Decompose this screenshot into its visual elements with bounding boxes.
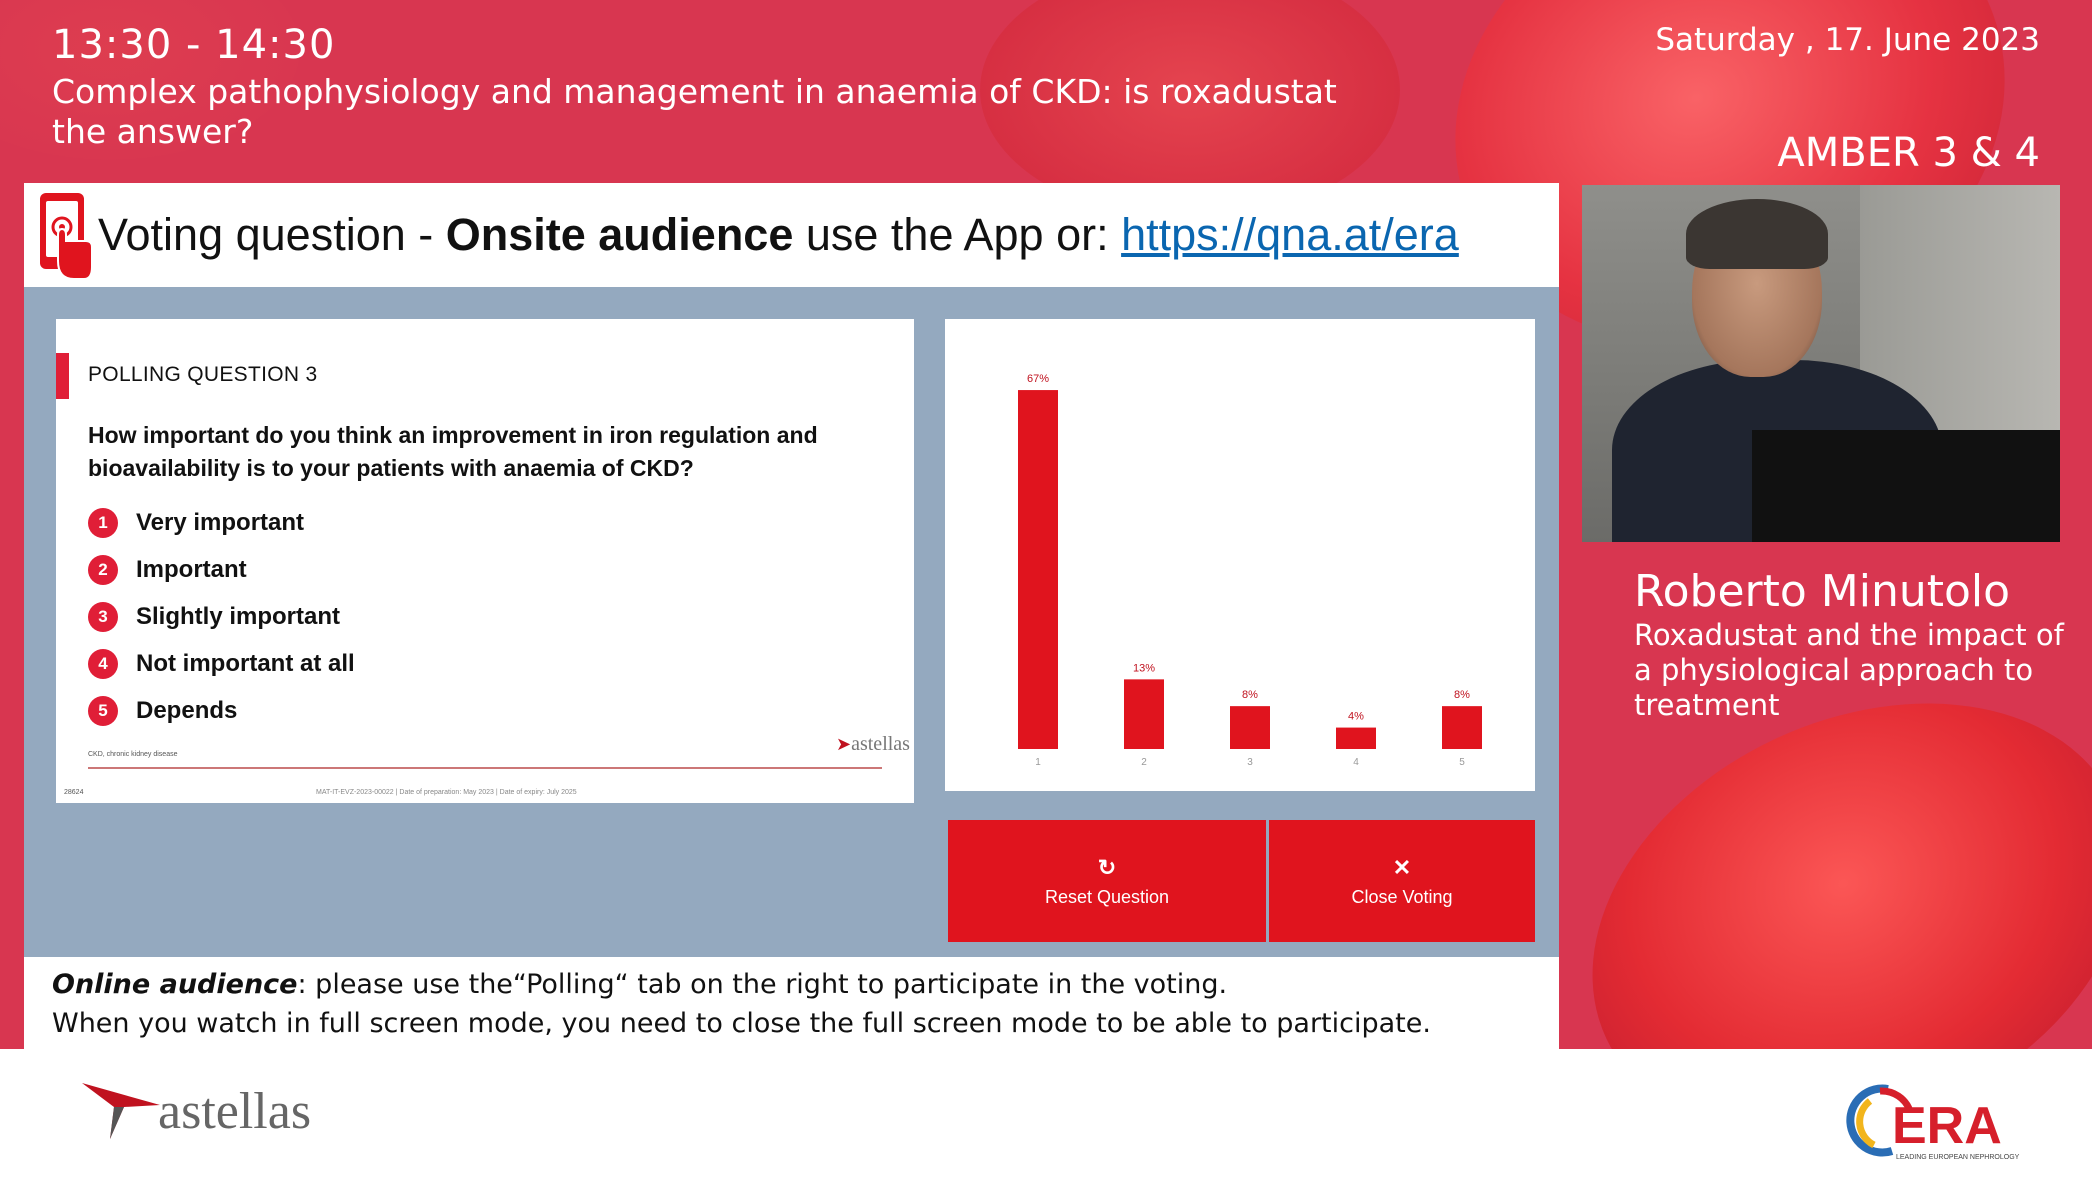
chart-data-label: 8% [1242,689,1258,701]
speaker-topic: Roxadustat and the impact of a physiolog… [1634,618,2064,722]
close-voting-label: Close Voting [1351,886,1453,907]
option-number: 1 [88,507,118,538]
voting-title: Voting question - Onsite audience use th… [98,209,1459,261]
chart-bar [1230,706,1270,749]
speaker-name: Roberto Minutolo [1634,566,2011,617]
chart-bar [1018,390,1058,749]
online-instructions-line2: When you watch in full screen mode, you … [52,1008,1431,1039]
reset-question-label: Reset Question [1044,886,1170,907]
online-instructions-text: : please use the“Polling“ tab on the rig… [297,969,1228,1000]
slide-kicker: POLLING QUESTION 3 [88,363,318,386]
room-label: AMBER 3 & 4 [1777,130,2040,176]
slide-accent-bar [56,353,69,399]
era-logo: ERA LEADING EUROPEAN NEPHROLOGY [1846,1084,2020,1161]
slide-divider [88,767,882,769]
astellas-logo: astellas [80,1077,311,1141]
podium-monitor [1752,430,2060,542]
sponsor-bar: astellas ERA LEADING EUROPEAN NEPHROLOGY [0,1049,2092,1179]
chart-data-label: 4% [1348,711,1364,723]
option-label: Important [136,555,247,583]
chart-data-label: 8% [1454,689,1470,701]
slide-sponsor-logo: ➤astellas [836,733,910,756]
astellas-star-icon [82,1083,160,1139]
option-number: 5 [88,695,118,726]
close-voting-button[interactable]: ✕ Close Voting [1269,820,1535,942]
option-label: Not important at all [136,649,355,677]
poll-option: 2 Important [88,546,355,593]
voting-title-mid: use the App or: [793,209,1122,260]
poll-option: 5 Depends [88,687,355,734]
astellas-star-icon: ➤ [836,734,852,754]
slide-logo-text: astellas [851,733,910,755]
online-audience-label: Online audience [52,969,298,1000]
poll-options: 1 Very important 2 Important 3 Slightly imp… [88,499,355,734]
era-wordmark: ERA [1892,1097,2002,1155]
results-chart-svg: 67% 1 13% 2 8% 3 4% 4 8% 5 [1018,373,1482,768]
chart-tick-label: 1 [1035,757,1041,768]
session-title: Complex pathophysiology and management i… [52,72,1337,151]
option-number: 4 [88,648,118,679]
speaker-video [1582,185,2060,542]
slide-page-number: 28624 [64,789,84,796]
voting-panel: Voting question - Onsite audience use th… [24,183,1559,1049]
astellas-wordmark: astellas [158,1083,312,1140]
session-date: Saturday , 17. June 2023 [1655,22,2040,58]
chart-tick-label: 4 [1353,757,1359,768]
option-label: Depends [136,696,238,724]
close-icon: ✕ [1392,854,1412,880]
phone-touch-icon [40,193,93,280]
chart-data-label: 67% [1027,373,1049,385]
chart-tick-label: 5 [1459,757,1465,768]
reset-question-button[interactable]: ↻ Reset Question [948,820,1266,942]
voting-title-prefix: Voting question - [98,209,446,260]
option-label: Very important [136,508,305,536]
refresh-icon: ↻ [1097,854,1117,880]
option-number: 3 [88,601,118,632]
chart-bar [1442,706,1482,749]
poll-option: 4 Not important at all [88,640,355,687]
option-label: Slightly important [136,602,340,630]
chart-data-label: 13% [1133,662,1155,674]
poll-option: 3 Slightly important [88,593,355,640]
online-instructions: Online audience: please use the“Polling“… [24,957,1559,1049]
speaker-hair [1686,199,1828,269]
polling-slide: POLLING QUESTION 3 How important do you … [56,319,914,803]
option-number: 2 [88,554,118,585]
session-time: 13:30 - 14:30 [52,22,336,68]
poll-option: 1 Very important [88,499,355,546]
voting-link[interactable]: https://qna.at/era [1121,209,1459,260]
online-instructions-line1: Online audience: please use the“Polling“… [52,965,1559,1004]
voting-title-audience: Onsite audience [445,209,794,260]
chart-bar [1124,679,1164,749]
era-tagline: LEADING EUROPEAN NEPHROLOGY [1896,1154,2020,1161]
slide-legal-text: MAT-IT-EVZ-2023-00022 | Date of preparat… [316,789,577,796]
chart-tick-label: 3 [1247,757,1253,768]
chart-bar [1336,727,1376,749]
slide-footnote: CKD, chronic kidney disease [88,751,178,758]
results-chart: 67% 1 13% 2 8% 3 4% 4 8% 5 [945,319,1535,791]
poll-question: How important do you think an improvemen… [88,422,818,481]
voting-header: Voting question - Onsite audience use th… [24,183,1559,287]
chart-tick-label: 2 [1141,757,1147,768]
